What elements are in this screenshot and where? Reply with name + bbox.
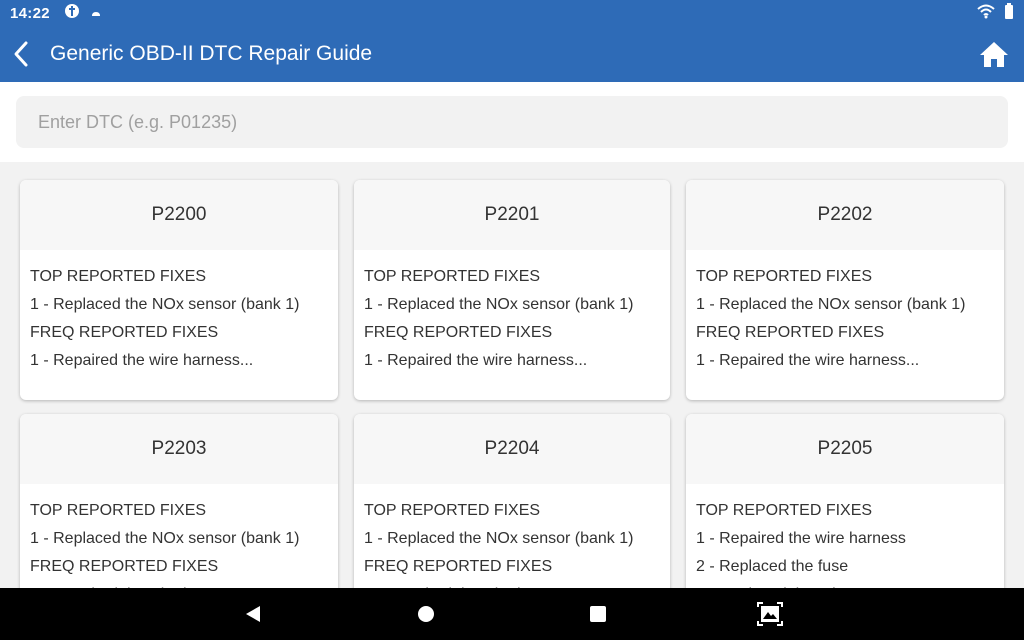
home-icon bbox=[980, 42, 1008, 67]
dtc-code: P2202 bbox=[686, 180, 1004, 250]
nav-recents-button[interactable] bbox=[573, 588, 623, 640]
card-line: TOP REPORTED FIXES bbox=[696, 268, 873, 285]
home-circle-icon bbox=[418, 606, 434, 622]
nav-screenshot-button[interactable] bbox=[745, 588, 795, 640]
dtc-card[interactable]: P2200 TOP REPORTED FIXES 1 - Replaced th… bbox=[20, 180, 338, 400]
nav-back-button[interactable] bbox=[228, 588, 278, 640]
card-line: 2 - Replaced the fuse bbox=[696, 558, 849, 575]
page-title: Generic OBD-II DTC Repair Guide bbox=[50, 42, 373, 65]
battery-icon bbox=[1004, 3, 1014, 23]
card-line: TOP REPORTED FIXES bbox=[696, 502, 873, 519]
card-line: 1 - Replaced the NOx sensor (bank 1) bbox=[696, 296, 966, 313]
dtc-code: P2203 bbox=[20, 414, 338, 484]
card-line: 1 - Repaired the wire harness... bbox=[696, 352, 920, 369]
card-line: 1 - Repaired the wire harness bbox=[696, 530, 906, 547]
card-line: FREQ REPORTED FIXES bbox=[696, 324, 885, 341]
status-bar: 14:22 bbox=[0, 0, 1024, 26]
dtc-code: P2200 bbox=[20, 180, 338, 250]
card-line: FREQ REPORTED FIXES bbox=[364, 558, 553, 575]
card-line: TOP REPORTED FIXES bbox=[364, 268, 541, 285]
screenshot-icon bbox=[757, 602, 783, 626]
card-line: FREQ REPORTED FIXES bbox=[30, 324, 219, 341]
status-time: 14:22 bbox=[10, 4, 50, 22]
card-line: TOP REPORTED FIXES bbox=[30, 268, 207, 285]
back-triangle-icon bbox=[246, 606, 260, 622]
home-button[interactable] bbox=[964, 26, 1024, 82]
card-line: 1 - Replaced the NOx sensor (bank 1) bbox=[30, 530, 300, 547]
back-button[interactable] bbox=[0, 26, 42, 82]
card-line: 1 - Repaired the wire harness... bbox=[30, 352, 254, 369]
cloud-icon bbox=[90, 5, 102, 22]
card-line: 1 - Replaced the NOx sensor (bank 1) bbox=[364, 530, 634, 547]
card-line: TOP REPORTED FIXES bbox=[30, 502, 207, 519]
card-line: FREQ REPORTED FIXES bbox=[30, 558, 219, 575]
wifi-icon bbox=[976, 3, 996, 23]
card-line: 1 - Replaced the NOx sensor (bank 1) bbox=[30, 296, 300, 313]
card-line: 1 - Repaired the wire harness... bbox=[364, 352, 588, 369]
dtc-card-grid: P2200 TOP REPORTED FIXES 1 - Replaced th… bbox=[20, 180, 1004, 634]
dtc-search-input[interactable] bbox=[16, 96, 1008, 148]
recents-square-icon bbox=[590, 606, 606, 622]
nav-home-button[interactable] bbox=[401, 588, 451, 640]
app-bar: Generic OBD-II DTC Repair Guide bbox=[0, 26, 1024, 82]
app-notification-icon bbox=[64, 3, 80, 23]
dtc-code: P2204 bbox=[354, 414, 670, 484]
system-nav-bar bbox=[0, 588, 1024, 640]
dtc-code: P2201 bbox=[354, 180, 670, 250]
dtc-card[interactable]: P2202 TOP REPORTED FIXES 1 - Replaced th… bbox=[686, 180, 1004, 400]
card-line: FREQ REPORTED FIXES bbox=[364, 324, 553, 341]
search-area bbox=[0, 82, 1024, 162]
back-arrow-icon bbox=[14, 41, 28, 67]
dtc-card[interactable]: P2201 TOP REPORTED FIXES 1 - Replaced th… bbox=[354, 180, 670, 400]
card-line: 1 - Replaced the NOx sensor (bank 1) bbox=[364, 296, 634, 313]
dtc-code: P2205 bbox=[686, 414, 1004, 484]
card-line: TOP REPORTED FIXES bbox=[364, 502, 541, 519]
